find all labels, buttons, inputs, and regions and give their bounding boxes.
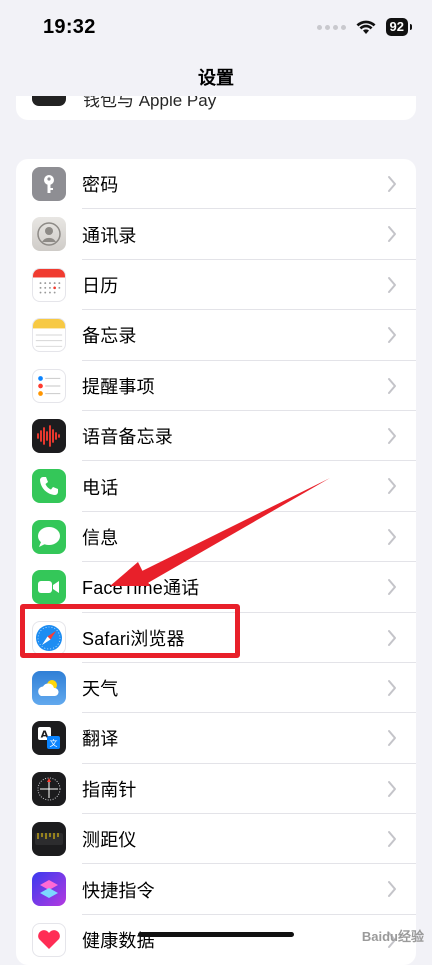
settings-row-measure[interactable]: 测距仪 [16,814,416,865]
chevron-right-icon [388,780,396,797]
settings-row-contacts[interactable]: 通讯录 [16,209,416,261]
chevron-right-icon [388,579,396,596]
calendar-icon [32,267,66,302]
facetime-icon [32,570,66,605]
row-label: FaceTime通话 [82,578,200,599]
row-label: 测距仪 [82,830,137,851]
settings-row-notes[interactable]: 备忘录 [16,310,416,361]
row-label: 信息 [82,527,119,548]
row-label: 电话 [82,477,119,498]
settings-row-weather[interactable]: 天气 [16,663,416,714]
watermark: Baidu经验 [361,929,424,944]
wallet-icon [32,96,66,106]
settings-row-health[interactable]: 健康数据 [16,915,416,965]
measure-icon [32,822,66,857]
row-label: 日历 [82,275,119,296]
row-label: 天气 [82,679,119,700]
reminders-icon [32,368,66,403]
wifi-icon [356,20,376,34]
page-title: 设置 [198,68,234,88]
row-label: 健康数据 [82,931,155,952]
chevron-right-icon [388,226,396,243]
settings-row-compass[interactable]: 指南针 [16,764,416,815]
row-label: 通讯录 [82,225,137,246]
settings-row-voice-memos[interactable]: 语音备忘录 [16,411,416,462]
row-label: 备忘录 [82,326,137,347]
contacts-icon [32,217,66,252]
settings-group: 密码 通讯录 日历 备忘录 提醒事项 语音备忘录 电话 信息 FaceTime通… [16,159,416,965]
battery-indicator: 92 [385,18,413,36]
health-icon [32,922,66,957]
chevron-right-icon [388,881,396,898]
chevron-right-icon [388,478,396,495]
row-label: 快捷指令 [82,880,155,901]
notes-icon [32,318,66,353]
settings-row-phone[interactable]: 电话 [16,461,416,513]
settings-row-passwords[interactable]: 密码 [16,159,416,210]
previous-item-label: 钱包与 Apple Pay [83,96,217,110]
cellular-signal-icon [316,24,346,30]
home-indicator[interactable] [138,932,294,937]
chevron-right-icon [388,730,396,747]
shortcuts-icon [32,872,66,907]
previous-settings-item[interactable]: 钱包与 Apple Pay [16,96,416,120]
chevron-right-icon [388,276,396,293]
annotation-highlight-box [20,604,240,658]
messages-icon [32,519,66,554]
svg-text:文: 文 [50,738,58,748]
voice-memos-icon [32,418,66,453]
settings-row-shortcuts[interactable]: 快捷指令 [16,864,416,916]
row-label: 密码 [82,175,119,196]
status-time: 19:32 [43,16,96,38]
settings-row-messages[interactable]: 信息 [16,512,416,563]
chevron-right-icon [388,176,396,192]
chevron-right-icon [388,327,396,344]
row-label: 指南针 [82,779,137,800]
chevron-right-icon [388,528,396,545]
row-label: 提醒事项 [82,376,155,397]
row-label: 翻译 [82,729,119,750]
status-icons: 92 [316,18,413,36]
translate-icon: A 文 [32,721,66,756]
settings-row-calendar[interactable]: 日历 [16,260,416,311]
chevron-right-icon [388,629,396,646]
settings-row-reminders[interactable]: 提醒事项 [16,361,416,412]
phone-icon [32,469,66,504]
key-icon [32,167,66,201]
row-label: 语音备忘录 [82,427,173,448]
chevron-right-icon [388,427,396,444]
compass-icon [32,771,66,806]
settings-row-translate[interactable]: A 文 翻译 [16,713,416,765]
weather-icon [32,670,66,705]
chevron-right-icon [388,831,396,848]
chevron-right-icon [388,679,396,696]
chevron-right-icon [388,377,396,394]
status-bar: 19:32 92 [0,0,432,56]
